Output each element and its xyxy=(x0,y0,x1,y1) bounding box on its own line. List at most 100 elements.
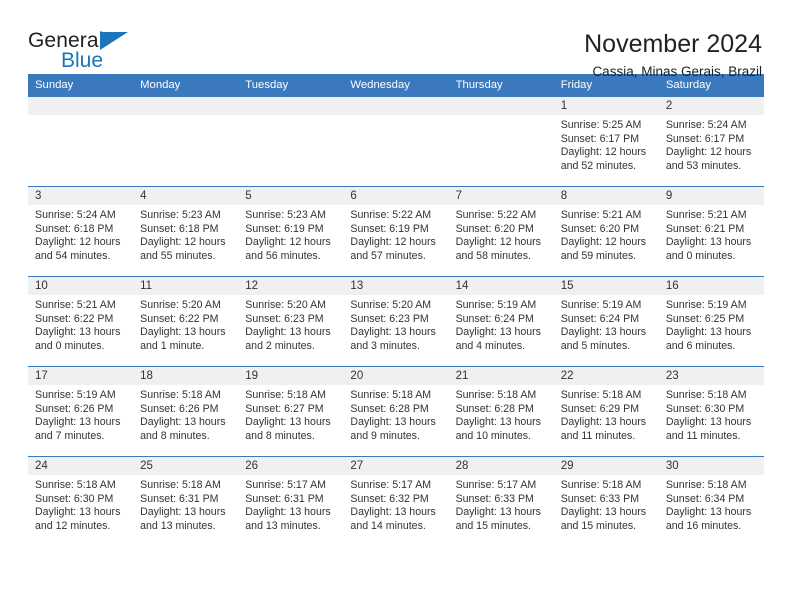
sunrise-time: Sunrise: 5:20 AM xyxy=(245,299,326,312)
sunrise-time: Sunrise: 5:18 AM xyxy=(665,479,747,492)
day-details: Sunrise: 5:22 AM Sunset: 6:20 PM Daylight:… xyxy=(449,205,554,263)
calendar-day-cell[interactable]: 20 Sunrise: 5:18 AM Sunset: 6:28 PM Dayligh… xyxy=(343,366,449,457)
day-details: Sunrise: 5:20 AM Sunset: 6:22 PM Daylight:… xyxy=(133,295,238,353)
sunset-time: Sunset: 6:24 PM xyxy=(455,312,534,325)
calendar-day-cell[interactable]: 9 Sunrise: 5:21 AM Sunset: 6:21 PM Daylight… xyxy=(658,186,764,277)
daylight-duration-line2: and 1 minute. xyxy=(140,339,205,352)
general-blue-logo[interactable]: General Blue xyxy=(28,30,138,78)
calendar-day-cell[interactable]: 13 Sunrise: 5:20 AM Sunset: 6:23 PM Dayligh… xyxy=(343,276,449,367)
day-number xyxy=(133,97,239,116)
calendar-week-row: 1 Sunrise: 5:25 AM Sunset: 6:17 PM Daylight… xyxy=(28,96,764,187)
calendar-day-cell[interactable]: 24 Sunrise: 5:18 AM Sunset: 6:30 PM Dayligh… xyxy=(28,456,134,547)
calendar-week-row: 24 Sunrise: 5:18 AM Sunset: 6:30 PM Dayligh… xyxy=(28,456,764,547)
day-number xyxy=(238,97,344,116)
daylight-duration-line2: and 16 minutes. xyxy=(665,519,742,532)
calendar-day-cell[interactable]: 19 Sunrise: 5:18 AM Sunset: 6:27 PM Dayligh… xyxy=(238,366,344,457)
daylight-duration-line1: Daylight: 13 hours xyxy=(455,506,541,519)
calendar-day-cell[interactable]: 11 Sunrise: 5:20 AM Sunset: 6:22 PM Dayligh… xyxy=(133,276,239,367)
calendar-day-cell[interactable]: 22 Sunrise: 5:18 AM Sunset: 6:29 PM Dayligh… xyxy=(553,366,659,457)
calendar-day-cell[interactable]: 4 Sunrise: 5:23 AM Sunset: 6:18 PM Daylight… xyxy=(133,186,239,277)
sunrise-time: Sunrise: 5:20 AM xyxy=(140,299,221,312)
daylight-duration-line2: and 0 minutes. xyxy=(665,249,736,262)
calendar-day-cell[interactable]: 3 Sunrise: 5:24 AM Sunset: 6:18 PM Daylight… xyxy=(28,186,134,277)
sunset-time: Sunset: 6:33 PM xyxy=(455,492,534,505)
day-number: 6 xyxy=(343,187,449,206)
daylight-duration-line1: Daylight: 13 hours xyxy=(665,236,752,249)
sunset-time: Sunset: 6:30 PM xyxy=(665,402,745,415)
day-number: 3 xyxy=(28,187,134,206)
calendar-day-cell[interactable]: 28 Sunrise: 5:17 AM Sunset: 6:33 PM Dayligh… xyxy=(448,456,554,547)
sunset-time: Sunset: 6:24 PM xyxy=(560,312,640,325)
calendar-day-cell[interactable]: 12 Sunrise: 5:20 AM Sunset: 6:23 PM Dayligh… xyxy=(238,276,344,367)
sunset-time: Sunset: 6:31 PM xyxy=(245,492,324,505)
daylight-duration-line1: Daylight: 13 hours xyxy=(140,326,226,339)
sunrise-time: Sunrise: 5:21 AM xyxy=(35,299,116,312)
calendar-day-cell[interactable]: 7 Sunrise: 5:22 AM Sunset: 6:20 PM Daylight… xyxy=(448,186,554,277)
daylight-duration-line2: and 11 minutes. xyxy=(560,429,636,442)
page-title: November 2024 xyxy=(584,30,762,58)
sunset-time: Sunset: 6:23 PM xyxy=(350,312,429,325)
day-number xyxy=(448,97,554,116)
day-details: Sunrise: 5:17 AM Sunset: 6:32 PM Daylight:… xyxy=(343,475,448,533)
daylight-duration-line1: Daylight: 13 hours xyxy=(140,506,226,519)
calendar-day-cell[interactable]: 26 Sunrise: 5:17 AM Sunset: 6:31 PM Dayligh… xyxy=(238,456,344,547)
day-number: 21 xyxy=(448,367,554,386)
day-number: 28 xyxy=(448,457,554,476)
day-number: 25 xyxy=(133,457,239,476)
daylight-duration-line2: and 8 minutes. xyxy=(245,429,315,442)
calendar-day-cell[interactable]: 2 Sunrise: 5:24 AM Sunset: 6:17 PM Daylight… xyxy=(658,96,764,187)
calendar-week-row: 17 Sunrise: 5:19 AM Sunset: 6:26 PM Dayligh… xyxy=(28,366,764,457)
calendar-day-cell[interactable]: 30 Sunrise: 5:18 AM Sunset: 6:34 PM Dayligh… xyxy=(658,456,764,547)
sunset-time: Sunset: 6:21 PM xyxy=(665,222,745,235)
sunrise-time: Sunrise: 5:23 AM xyxy=(245,209,326,222)
calendar-day-cell[interactable]: 25 Sunrise: 5:18 AM Sunset: 6:31 PM Dayligh… xyxy=(133,456,239,547)
calendar-day-cell[interactable]: 29 Sunrise: 5:18 AM Sunset: 6:33 PM Dayligh… xyxy=(553,456,659,547)
day-number: 20 xyxy=(343,367,449,386)
daylight-duration-line1: Daylight: 13 hours xyxy=(245,416,331,429)
calendar-day-cell[interactable]: 16 Sunrise: 5:19 AM Sunset: 6:25 PM Dayligh… xyxy=(658,276,764,367)
day-number: 13 xyxy=(343,277,449,296)
calendar-day-cell[interactable]: 1 Sunrise: 5:25 AM Sunset: 6:17 PM Daylight… xyxy=(553,96,659,187)
page-subtitle: Cassia, Minas Gerais, Brazil xyxy=(592,64,762,79)
sunrise-time: Sunrise: 5:18 AM xyxy=(245,389,326,402)
daylight-duration-line2: and 12 minutes. xyxy=(35,519,111,532)
sunrise-time: Sunrise: 5:18 AM xyxy=(140,389,221,402)
page-header: General Blue November 2024 Cassia, Minas… xyxy=(28,0,764,79)
calendar-day-cell[interactable]: 21 Sunrise: 5:18 AM Sunset: 6:28 PM Dayligh… xyxy=(448,366,554,457)
calendar-day-cell[interactable]: 10 Sunrise: 5:21 AM Sunset: 6:22 PM Dayligh… xyxy=(28,276,134,367)
day-number: 11 xyxy=(133,277,239,296)
sunset-time: Sunset: 6:23 PM xyxy=(245,312,324,325)
day-number: 26 xyxy=(238,457,344,476)
day-details: Sunrise: 5:20 AM Sunset: 6:23 PM Daylight:… xyxy=(343,295,448,353)
day-number: 14 xyxy=(448,277,554,296)
calendar-day-cell[interactable]: 6 Sunrise: 5:22 AM Sunset: 6:19 PM Daylight… xyxy=(343,186,449,277)
sunrise-time: Sunrise: 5:22 AM xyxy=(350,209,432,222)
daylight-duration-line2: and 54 minutes. xyxy=(35,249,111,262)
sunrise-time: Sunrise: 5:21 AM xyxy=(560,209,642,222)
daylight-duration-line2: and 13 minutes. xyxy=(140,519,216,532)
sunrise-time: Sunrise: 5:24 AM xyxy=(665,119,747,132)
calendar-day-cell[interactable]: 14 Sunrise: 5:19 AM Sunset: 6:24 PM Dayligh… xyxy=(448,276,554,367)
sunrise-time: Sunrise: 5:18 AM xyxy=(35,479,116,492)
sunset-time: Sunset: 6:17 PM xyxy=(665,132,745,145)
sunrise-time: Sunrise: 5:22 AM xyxy=(455,209,537,222)
daylight-duration-line2: and 2 minutes. xyxy=(245,339,315,352)
calendar-day-cell[interactable]: 17 Sunrise: 5:19 AM Sunset: 6:26 PM Dayligh… xyxy=(28,366,134,457)
day-number: 7 xyxy=(448,187,554,206)
calendar-day-cell[interactable]: 8 Sunrise: 5:21 AM Sunset: 6:20 PM Daylight… xyxy=(553,186,659,277)
daylight-duration-line2: and 3 minutes. xyxy=(350,339,420,352)
day-details: Sunrise: 5:23 AM Sunset: 6:19 PM Daylight:… xyxy=(238,205,343,263)
day-details: Sunrise: 5:18 AM Sunset: 6:30 PM Daylight:… xyxy=(659,385,764,443)
calendar-day-cell[interactable]: 5 Sunrise: 5:23 AM Sunset: 6:19 PM Daylight… xyxy=(238,186,344,277)
daylight-duration-line2: and 55 minutes. xyxy=(140,249,216,262)
day-details: Sunrise: 5:18 AM Sunset: 6:34 PM Daylight:… xyxy=(659,475,764,533)
day-details: Sunrise: 5:18 AM Sunset: 6:28 PM Daylight:… xyxy=(449,385,554,443)
sunset-time: Sunset: 6:33 PM xyxy=(560,492,640,505)
daylight-duration-line1: Daylight: 13 hours xyxy=(35,326,121,339)
sunrise-time: Sunrise: 5:17 AM xyxy=(455,479,537,492)
calendar-day-cell[interactable]: 18 Sunrise: 5:18 AM Sunset: 6:26 PM Dayligh… xyxy=(133,366,239,457)
calendar-day-cell[interactable]: 15 Sunrise: 5:19 AM Sunset: 6:24 PM Dayligh… xyxy=(553,276,659,367)
daylight-duration-line1: Daylight: 12 hours xyxy=(560,236,647,249)
calendar-day-cell[interactable]: 23 Sunrise: 5:18 AM Sunset: 6:30 PM Dayligh… xyxy=(658,366,764,457)
calendar-day-cell[interactable]: 27 Sunrise: 5:17 AM Sunset: 6:32 PM Dayligh… xyxy=(343,456,449,547)
